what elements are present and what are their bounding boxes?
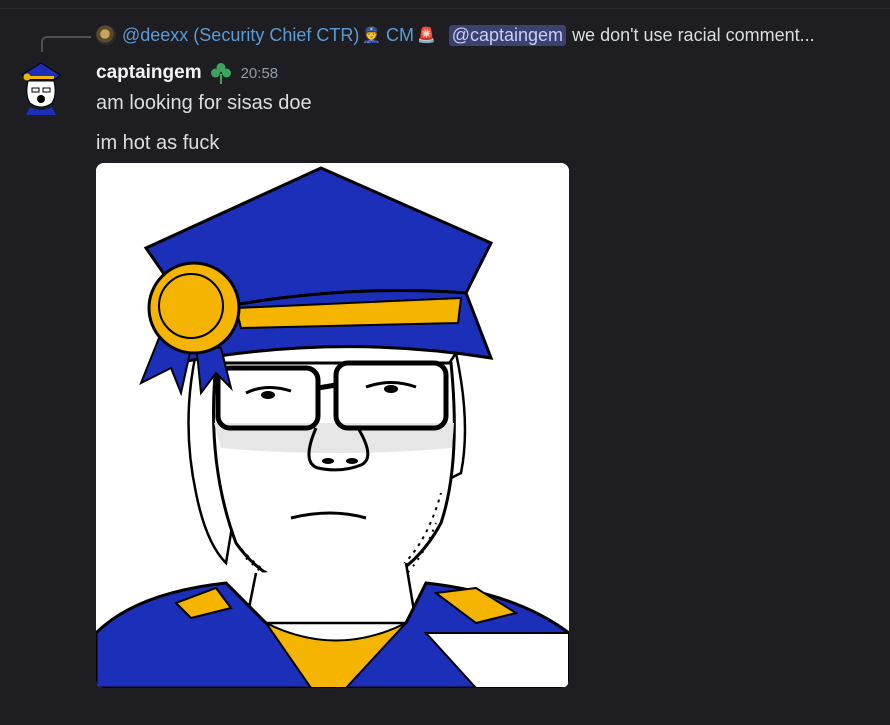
message-header: captaingem 20:58: [96, 60, 278, 86]
reply-text[interactable]: we don't use racial comment...: [572, 25, 815, 46]
image-attachment[interactable]: [96, 163, 569, 688]
message-line: am looking for sisas doe: [96, 92, 312, 114]
reply-role: CM: [386, 24, 415, 45]
reply-preview[interactable]: @deexx (Security Chief CTR) 👮 CM 🚨 @capt…: [96, 23, 890, 47]
reply-avatar[interactable]: [96, 25, 116, 45]
clover-icon[interactable]: [209, 61, 233, 85]
wojak-police-image: [96, 163, 569, 688]
message-line: im hot as fuck: [96, 132, 220, 154]
avatar[interactable]: [20, 61, 62, 115]
siren-icon: 🚨: [417, 27, 436, 44]
timestamp[interactable]: 20:58: [241, 65, 279, 82]
reply-mention[interactable]: @captaingem: [448, 24, 567, 46]
police-officer-icon: 👮: [362, 27, 382, 44]
reply-author[interactable]: @deexx (Security Chief CTR): [122, 25, 359, 46]
reply-connector: [41, 36, 91, 52]
username[interactable]: captaingem: [96, 62, 202, 84]
top-divider: [0, 8, 890, 9]
